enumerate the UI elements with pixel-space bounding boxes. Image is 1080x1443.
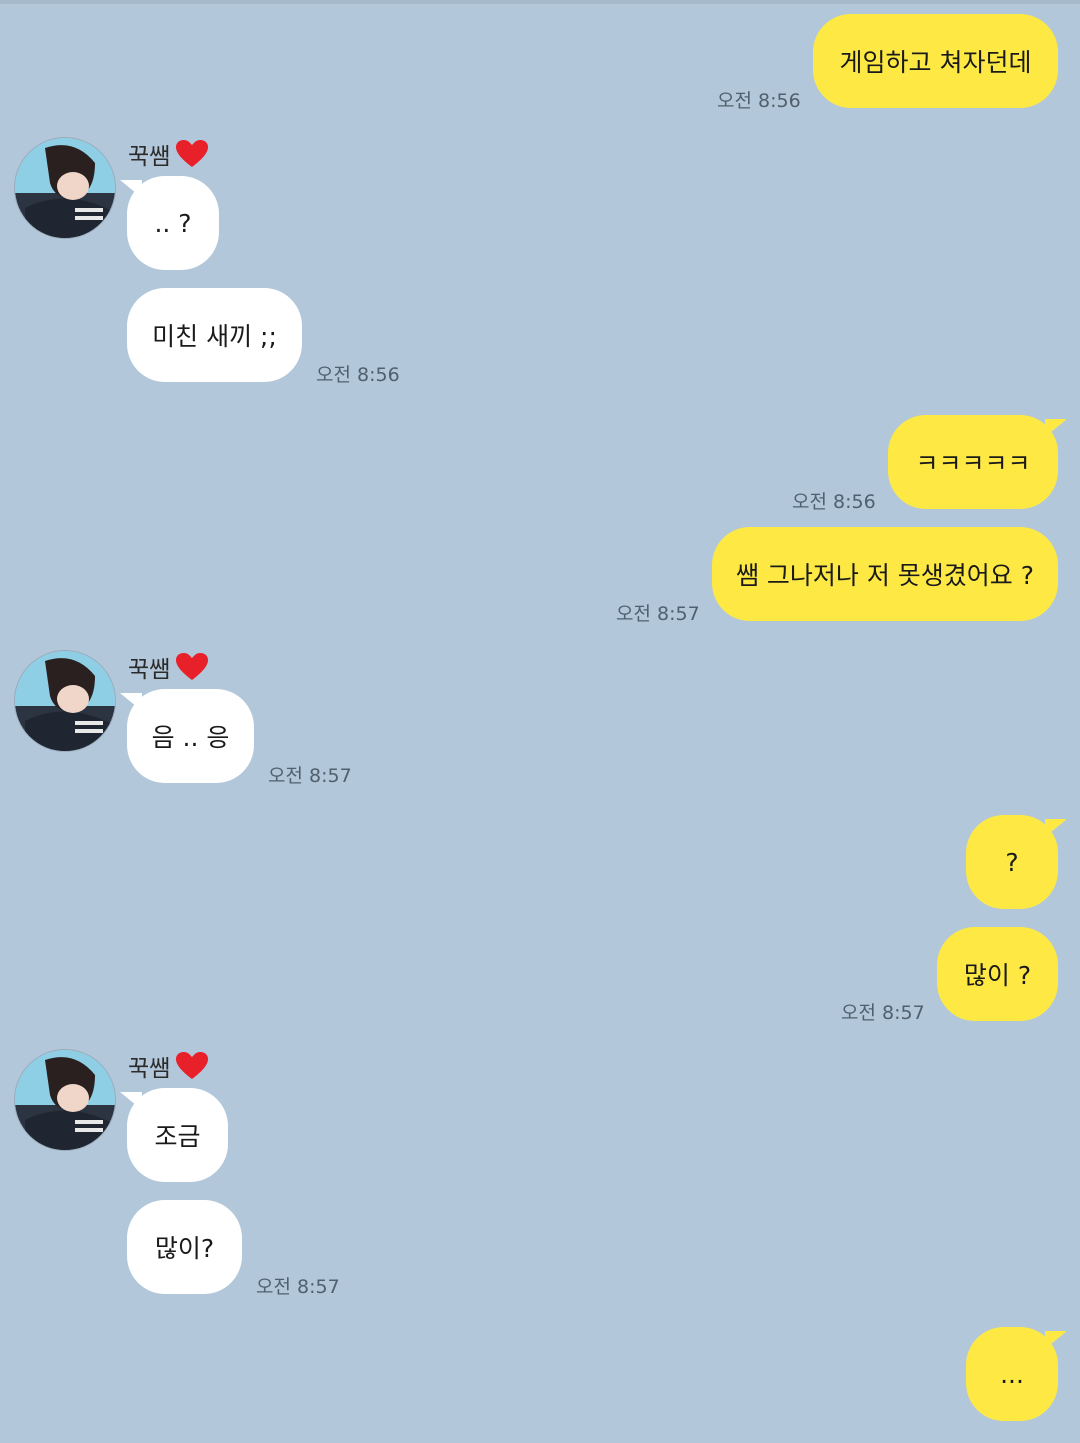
message-text: ㅋㅋㅋㅋㅋ [915, 449, 1031, 478]
friend-avatar[interactable] [14, 650, 116, 752]
message-text: ? [1005, 847, 1019, 877]
bubble-tail [120, 1092, 142, 1110]
friend-message-bubble[interactable]: 음 .. 응 [127, 689, 254, 783]
my-message-bubble[interactable]: 많이 ? [937, 927, 1058, 1021]
message-time: 오전 8:57 [268, 765, 352, 787]
bubble-tail [120, 693, 142, 711]
friend-avatar[interactable] [14, 1049, 116, 1151]
message-time: 오전 8:56 [717, 90, 801, 112]
friend-avatar[interactable] [14, 137, 116, 239]
message-time: 오전 8:57 [616, 603, 700, 625]
avatar-image [15, 1050, 115, 1150]
bubble-tail [120, 180, 142, 198]
avatar-image [15, 138, 115, 238]
heart-icon [176, 653, 209, 681]
top-bar [0, 0, 1080, 4]
message-text: 음 .. 응 [151, 723, 230, 752]
bubble-tail [1045, 419, 1067, 437]
avatar-image [15, 651, 115, 751]
message-time: 오전 8:57 [841, 1002, 925, 1024]
message-text: 많이? [154, 1234, 215, 1263]
friend-message-bubble[interactable]: 조금 [127, 1088, 228, 1182]
bubble-tail [1045, 819, 1067, 837]
message-text: 미친 새끼 ;; [152, 322, 277, 351]
friend-name-row: 꾹쌤 [128, 137, 209, 171]
heart-icon [176, 140, 209, 168]
friend-name-row: 꾹쌤 [128, 650, 209, 684]
bubble-tail [1045, 1331, 1067, 1349]
message-text: .. ? [154, 208, 192, 238]
message-text: 쌤 그나저나 저 못생겼어요 ? [735, 561, 1035, 590]
friend-message-bubble[interactable]: 미친 새끼 ;; [127, 288, 302, 382]
friend-name: 꾹쌤 [128, 1056, 171, 1082]
message-time: 오전 8:57 [256, 1276, 340, 1298]
friend-name: 꾹쌤 [128, 144, 171, 170]
friend-message-bubble[interactable]: 많이? [127, 1200, 242, 1294]
friend-name-row: 꾹쌤 [128, 1049, 209, 1083]
message-time: 오전 8:56 [792, 491, 876, 513]
message-time: 오전 8:56 [316, 364, 400, 386]
friend-name: 꾹쌤 [128, 657, 171, 683]
my-message-bubble[interactable]: 쌤 그나저나 저 못생겼어요 ? [712, 527, 1058, 621]
my-message-bubble[interactable]: ㅋㅋㅋㅋㅋ [888, 415, 1058, 509]
my-message-bubble[interactable]: 게임하고 쳐자던데 [813, 14, 1058, 108]
message-text: 많이 ? [963, 961, 1032, 990]
message-text: 조금 [154, 1122, 201, 1151]
message-text: 게임하고 쳐자던데 [839, 48, 1032, 77]
heart-icon [176, 1052, 209, 1080]
message-text: ... [1000, 1359, 1024, 1389]
